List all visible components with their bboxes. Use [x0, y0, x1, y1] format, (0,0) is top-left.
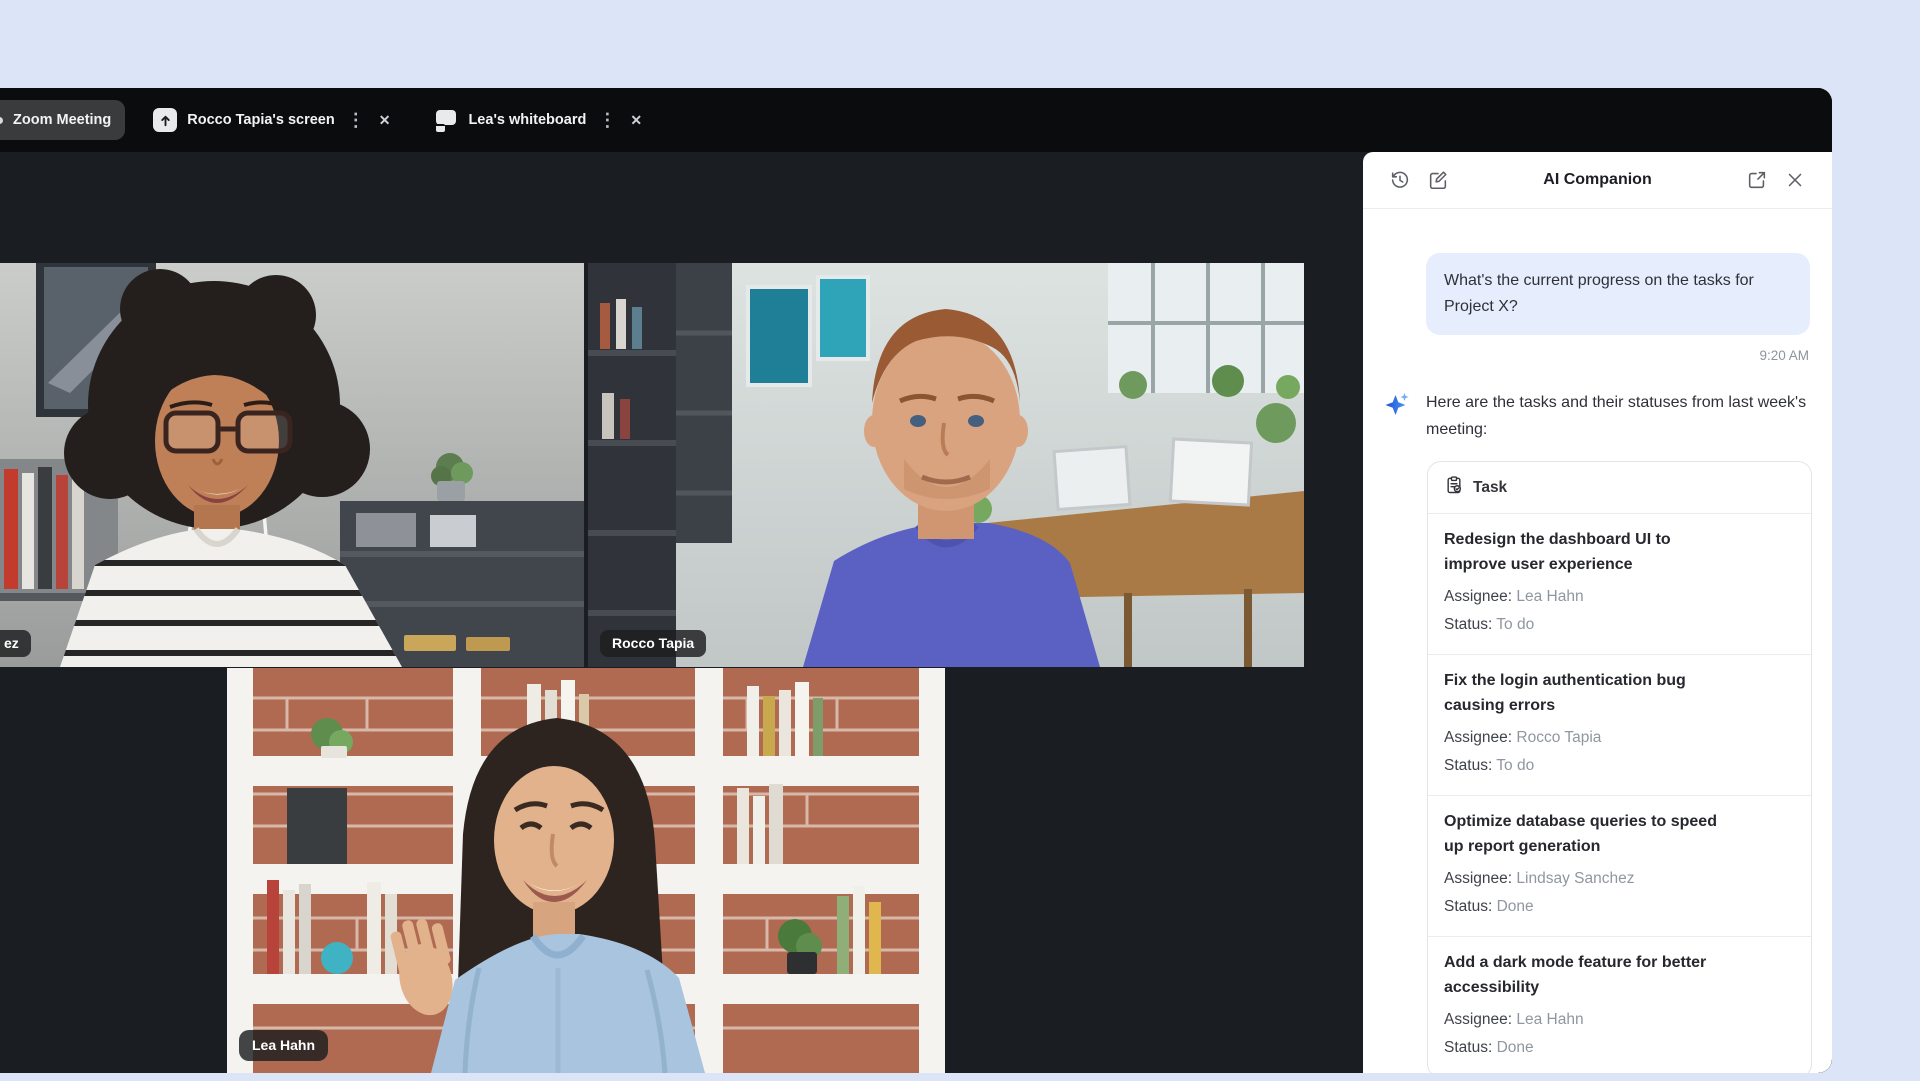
ai-intro-text: Here are the tasks and their statuses fr… — [1426, 389, 1808, 443]
lea-hahn-video-art — [227, 668, 945, 1073]
tab-whiteboard-menu-icon[interactable]: ⋮ — [596, 111, 618, 129]
pop-out-icon[interactable] — [1744, 167, 1770, 193]
tab-screen-share[interactable]: Rocco Tapia's screen ⋮ ✕ — [139, 100, 406, 140]
tab-bar: Zoom Meeting Rocco Tapia's screen ⋮ ✕ Le… — [0, 88, 1832, 152]
task-item: Fix the login authentication bug causing… — [1428, 655, 1811, 796]
status-label: Status: — [1444, 616, 1492, 633]
whiteboard-icon — [434, 110, 458, 130]
tab-zoom-meeting-label: Zoom Meeting — [13, 112, 111, 128]
ai-panel-header: AI Companion — [1363, 152, 1832, 209]
task-item: Add a dark mode feature for better acces… — [1428, 937, 1811, 1073]
status-label: Status: — [1444, 757, 1492, 774]
tab-whiteboard-close-icon[interactable]: ✕ — [628, 113, 644, 127]
task-list-icon — [1444, 475, 1464, 500]
status-label: Status: — [1444, 1039, 1492, 1056]
video-tile-participant-1[interactable]: ez — [0, 263, 584, 667]
meeting-status-icon — [0, 117, 3, 124]
task-title: Optimize database queries to speed up re… — [1444, 809, 1734, 859]
status-label: Status: — [1444, 898, 1492, 915]
status-value: Done — [1497, 1039, 1534, 1056]
rocco-tapia-video-art — [588, 263, 1304, 667]
task-title: Redesign the dashboard UI to improve use… — [1444, 527, 1734, 577]
video-tile-lea-hahn[interactable]: Lea Hahn — [227, 668, 945, 1073]
status-value: To do — [1496, 757, 1534, 774]
assignee-value: Lea Hahn — [1516, 1011, 1583, 1028]
message-timestamp: 9:20 AM — [1363, 348, 1809, 363]
assignee-label: Assignee: — [1444, 729, 1512, 746]
task-card: Task Redesign the dashboard UI to improv… — [1427, 461, 1812, 1073]
tab-screen-share-menu-icon[interactable]: ⋮ — [345, 111, 367, 129]
assignee-label: Assignee: — [1444, 870, 1512, 887]
video-tile-rocco-tapia[interactable]: Rocco Tapia — [588, 263, 1304, 667]
tab-screen-share-close-icon[interactable]: ✕ — [377, 113, 393, 127]
ai-companion-panel: AI Companion What's the current progress… — [1363, 152, 1832, 1073]
status-value: To do — [1496, 616, 1534, 633]
share-screen-icon — [153, 108, 177, 132]
ai-companion-sparkle-icon — [1383, 391, 1411, 443]
tab-whiteboard[interactable]: Lea's whiteboard ⋮ ✕ — [420, 100, 658, 140]
assignee-label: Assignee: — [1444, 1011, 1512, 1028]
assignee-label: Assignee: — [1444, 588, 1512, 605]
participant-1-video-art — [0, 263, 584, 667]
ai-panel-title: AI Companion — [1457, 171, 1738, 189]
lea-hahn-name-tag: Lea Hahn — [239, 1030, 328, 1062]
meeting-window: Zoom Meeting Rocco Tapia's screen ⋮ ✕ Le… — [0, 88, 1832, 1073]
assignee-value: Lindsay Sanchez — [1516, 870, 1634, 887]
assignee-value: Lea Hahn — [1516, 588, 1583, 605]
tab-zoom-meeting[interactable]: Zoom Meeting — [0, 100, 125, 140]
history-icon[interactable] — [1387, 167, 1413, 193]
user-message-bubble: What's the current progress on the tasks… — [1426, 253, 1810, 335]
tab-screen-share-label: Rocco Tapia's screen — [187, 112, 334, 128]
tab-whiteboard-label: Lea's whiteboard — [468, 112, 586, 128]
assignee-value: Rocco Tapia — [1516, 729, 1601, 746]
status-value: Done — [1497, 898, 1534, 915]
ai-response: Here are the tasks and their statuses fr… — [1383, 389, 1812, 443]
task-card-header: Task — [1428, 462, 1811, 514]
participant-1-name-tag: ez — [0, 630, 31, 658]
task-item: Optimize database queries to speed up re… — [1428, 796, 1811, 937]
close-panel-icon[interactable] — [1782, 167, 1808, 193]
task-item: Redesign the dashboard UI to improve use… — [1428, 514, 1811, 655]
new-chat-icon[interactable] — [1425, 167, 1451, 193]
task-card-header-label: Task — [1473, 479, 1507, 497]
task-title: Add a dark mode feature for better acces… — [1444, 950, 1734, 1000]
rocco-tapia-name-tag: Rocco Tapia — [600, 630, 706, 658]
task-title: Fix the login authentication bug causing… — [1444, 668, 1734, 718]
